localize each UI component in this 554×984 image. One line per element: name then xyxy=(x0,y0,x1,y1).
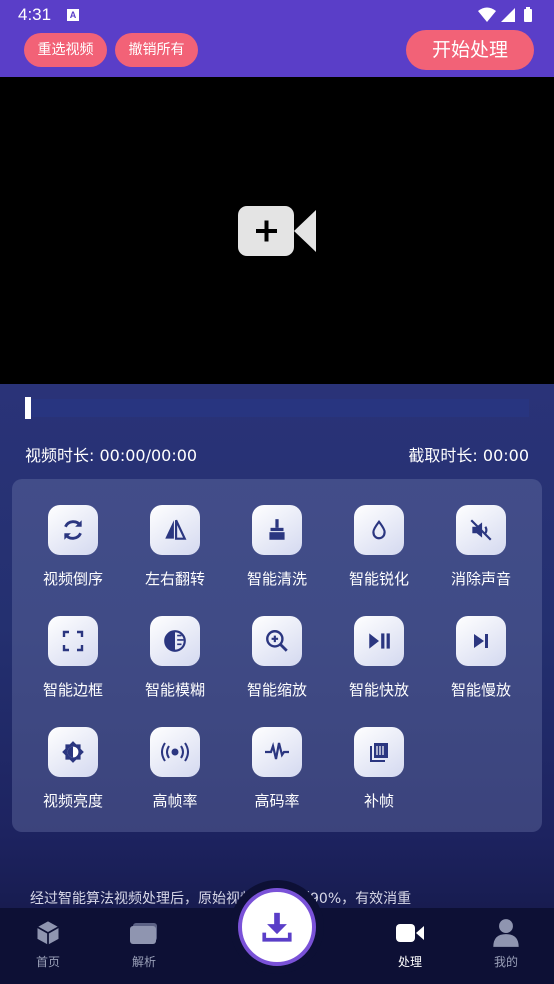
video-camera-icon xyxy=(370,918,450,948)
status-bar: 4:31 A xyxy=(0,0,554,30)
tool-zoom[interactable]: 智能缩放 xyxy=(226,616,328,700)
film-icon xyxy=(354,727,404,777)
tool-label: 智能缩放 xyxy=(246,681,307,699)
frame-icon xyxy=(48,616,98,666)
nav-label: 首页 xyxy=(35,955,60,969)
tool-label: 补帧 xyxy=(363,792,394,810)
nav-home[interactable]: 首页 xyxy=(8,918,88,970)
nav-label: 处理 xyxy=(397,955,422,969)
tool-brightness[interactable]: 视频亮度 xyxy=(22,727,124,811)
signal-icon xyxy=(501,8,515,22)
tool-grid: 视频倒序 左右翻转 智能清洗 智能锐化 消除声音 智能边框 智能模糊 智能缩放 … xyxy=(12,479,542,832)
nav-process[interactable]: 处理 xyxy=(370,918,450,970)
broadcast-icon xyxy=(150,727,200,777)
tool-label: 智能清洗 xyxy=(246,570,307,588)
video-preview[interactable] xyxy=(0,77,554,384)
pulse-icon xyxy=(252,727,302,777)
download-button[interactable] xyxy=(238,888,316,966)
user-icon xyxy=(466,918,546,948)
tool-border[interactable]: 智能边框 xyxy=(22,616,124,700)
drop-icon xyxy=(354,505,404,555)
tool-sharpen[interactable]: 智能锐化 xyxy=(328,505,430,589)
tool-label: 高码率 xyxy=(254,792,300,810)
notification-icon: A xyxy=(67,9,79,21)
nav-mine[interactable]: 我的 xyxy=(466,918,546,970)
tool-fast[interactable]: 智能快放 xyxy=(328,616,430,700)
nav-parse[interactable]: 解析 xyxy=(104,918,184,970)
tool-label: 视频亮度 xyxy=(42,792,103,810)
tool-label: 智能边框 xyxy=(42,681,103,699)
cube-icon xyxy=(8,918,88,948)
download-fab-wrap xyxy=(230,880,324,974)
status-time: 4:31 xyxy=(18,5,52,24)
nav-label: 我的 xyxy=(493,955,518,969)
tool-clean[interactable]: 智能清洗 xyxy=(226,505,328,589)
flip-icon xyxy=(150,505,200,555)
tool-mute[interactable]: 消除声音 xyxy=(430,505,532,589)
blur-icon xyxy=(150,616,200,666)
description-text: 经过智能算法视频处理后，原始视频已去重到90%，有效消重 xyxy=(30,891,412,907)
add-video-icon[interactable] xyxy=(238,206,318,262)
timeline-slider[interactable] xyxy=(25,397,529,419)
fast-play-icon xyxy=(354,616,404,666)
tool-label: 高帧率 xyxy=(152,792,198,810)
video-duration: 视频时长: 00:00/00:00 xyxy=(25,446,198,465)
wifi-icon xyxy=(478,7,496,22)
tool-blur[interactable]: 智能模糊 xyxy=(124,616,226,700)
tool-high-fps[interactable]: 高帧率 xyxy=(124,727,226,811)
nav-label: 解析 xyxy=(131,955,156,969)
mute-icon xyxy=(456,505,506,555)
tool-label: 智能快放 xyxy=(348,681,409,699)
zoom-icon xyxy=(252,616,302,666)
tool-label: 智能锐化 xyxy=(348,570,409,588)
tool-slow[interactable]: 智能慢放 xyxy=(430,616,532,700)
tool-label: 左右翻转 xyxy=(144,570,205,588)
system-icons xyxy=(476,6,538,24)
refresh-icon xyxy=(48,505,98,555)
tool-flip[interactable]: 左右翻转 xyxy=(124,505,226,589)
tool-label: 智能模糊 xyxy=(144,681,205,699)
tool-high-bitrate[interactable]: 高码率 xyxy=(226,727,328,811)
tool-label: 消除声音 xyxy=(450,570,511,588)
undo-all-button[interactable]: 撤销所有 xyxy=(115,33,198,67)
slow-play-icon xyxy=(456,616,506,666)
battery-icon xyxy=(524,7,532,22)
tool-label: 视频倒序 xyxy=(42,570,103,588)
folder-icon xyxy=(104,918,184,948)
reselect-video-button[interactable]: 重选视频 xyxy=(24,33,107,67)
download-icon xyxy=(262,912,292,942)
timeline-handle[interactable] xyxy=(25,397,31,419)
broom-icon xyxy=(252,505,302,555)
brightness-icon xyxy=(48,727,98,777)
clip-duration: 截取时长: 00:00 xyxy=(408,446,529,465)
start-processing-button[interactable]: 开始处理 xyxy=(406,30,534,70)
tool-reverse[interactable]: 视频倒序 xyxy=(22,505,124,589)
tool-interpolate[interactable]: 补帧 xyxy=(328,727,430,811)
tool-label: 智能慢放 xyxy=(450,681,511,699)
top-toolbar: 重选视频 撤销所有 开始处理 xyxy=(0,30,554,77)
